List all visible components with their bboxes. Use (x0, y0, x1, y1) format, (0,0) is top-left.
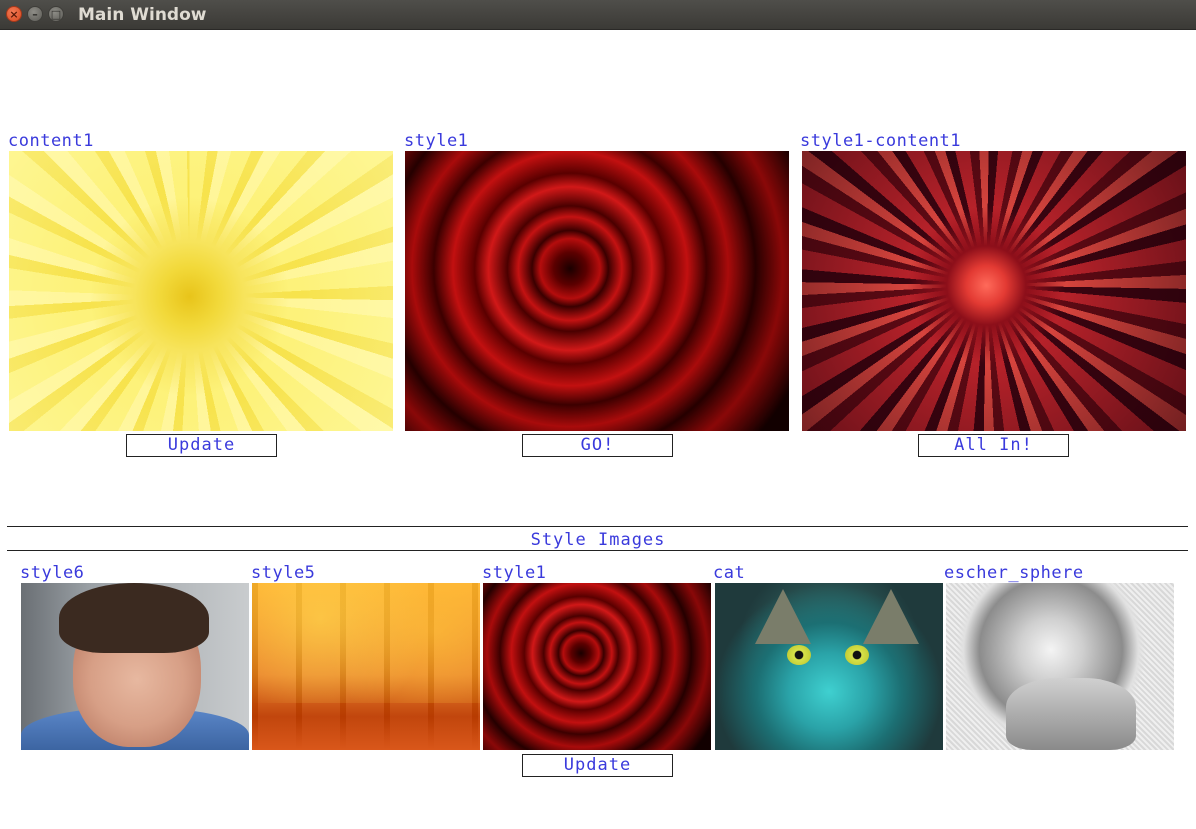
section-divider-top (7, 526, 1188, 527)
result-image (802, 151, 1186, 431)
content-label: content1 (8, 131, 94, 151)
all-in-button[interactable]: All In! (918, 434, 1069, 457)
style-thumb-image[interactable] (21, 583, 249, 750)
cat-ear-left (755, 589, 811, 644)
style-thumb-label: escher_sphere (944, 563, 1084, 583)
go-button[interactable]: GO! (522, 434, 673, 457)
minimize-window-button[interactable]: – (27, 6, 43, 22)
style-thumb-label: style5 (251, 563, 316, 583)
cat-eye-left (787, 645, 811, 665)
style-thumb-label: style1 (482, 563, 547, 583)
cat-ear-right (863, 589, 919, 644)
style-label: style1 (404, 131, 469, 151)
style-thumb-image[interactable] (715, 583, 943, 750)
style-image (405, 151, 789, 431)
style-thumb-image[interactable] (946, 583, 1174, 750)
style-thumb-label: style6 (20, 563, 85, 583)
update-content-button[interactable]: Update (126, 434, 277, 457)
cat-eye-right (845, 645, 869, 665)
content-image (9, 151, 393, 431)
style-images-heading: Style Images (530, 530, 666, 550)
portrait-hair (59, 583, 209, 653)
style-thumb-image[interactable] (483, 583, 711, 750)
escher-hand (1006, 678, 1136, 750)
title-bar: × – □ Main Window (0, 0, 1196, 30)
style-thumb-image[interactable] (252, 583, 480, 750)
window-title: Main Window (78, 5, 207, 25)
style-thumb-label: cat (713, 563, 746, 583)
maximize-window-button[interactable]: □ (48, 6, 64, 22)
close-window-button[interactable]: × (6, 6, 22, 22)
section-divider-bottom (7, 550, 1188, 551)
update-styles-button[interactable]: Update (522, 754, 673, 777)
result-label: style1-content1 (800, 131, 962, 151)
